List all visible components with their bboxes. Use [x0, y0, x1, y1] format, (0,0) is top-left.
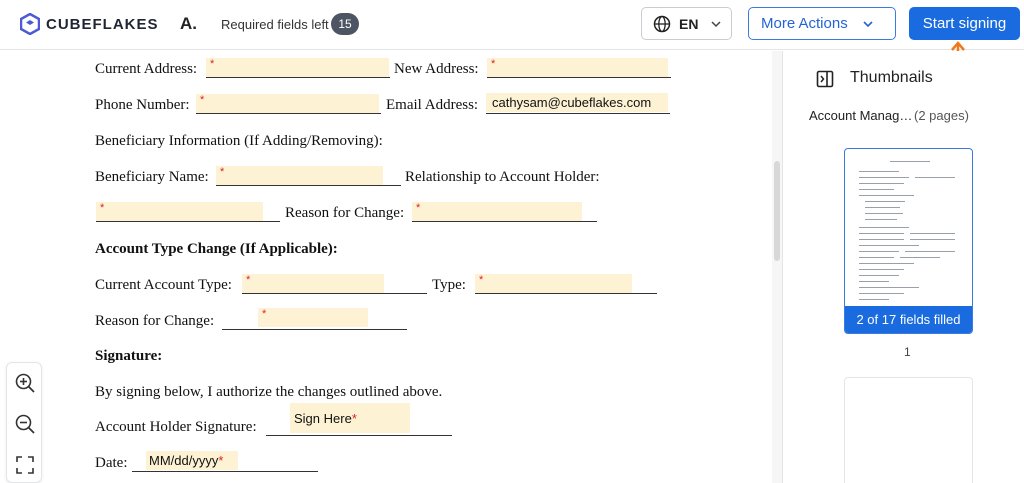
type-field[interactable]: *: [475, 274, 632, 293]
zoom-toolbar: [6, 362, 42, 483]
chevron-down-icon: [863, 20, 873, 27]
more-actions-button[interactable]: More Actions: [748, 7, 896, 40]
beneficiary-name-field[interactable]: *: [216, 166, 383, 185]
zoom-in-icon[interactable]: [14, 372, 36, 394]
fit-screen-icon[interactable]: [14, 454, 36, 476]
required-fields-count: 15: [331, 13, 359, 35]
globe-icon: [653, 15, 671, 32]
date-label: Date:: [95, 455, 128, 471]
relationship-field[interactable]: *: [96, 202, 263, 221]
document-viewer[interactable]: Current Address: * New Address: * Phone …: [0, 51, 770, 483]
more-actions-label: More Actions: [761, 15, 848, 32]
relationship-label: Relationship to Account Holder:: [405, 169, 600, 185]
new-address-label: New Address:: [394, 61, 479, 77]
holder-signature-label: Account Holder Signature:: [95, 419, 257, 435]
account-type-heading: Account Type Change (If Applicable):: [95, 241, 338, 257]
brand-name: CUBEFLAKES: [46, 15, 159, 33]
document-page-count: (2 pages): [914, 108, 969, 123]
thumbnails-title: Thumbnails: [850, 69, 933, 86]
start-signing-button[interactable]: Start signing: [909, 7, 1020, 40]
email-address-label: Email Address:: [386, 97, 479, 113]
page-number: 1: [904, 345, 911, 359]
language-select[interactable]: EN: [641, 7, 732, 40]
page-thumbnail-2[interactable]: [844, 377, 973, 483]
email-address-field[interactable]: cathysam@cubeflakes.com: [486, 93, 668, 112]
reason-change-label-2: Reason for Change:: [95, 313, 215, 329]
chevron-down-icon: [711, 20, 721, 27]
signature-field[interactable]: Sign Here*: [290, 403, 410, 433]
fields-filled-status: 2 of 17 fields filled: [845, 306, 972, 333]
reason-change-field-1[interactable]: *: [412, 202, 582, 221]
authorize-text: By signing below, I authorize the change…: [95, 384, 443, 400]
beneficiary-name-label: Beneficiary Name:: [95, 169, 209, 185]
type-label: Type:: [432, 277, 466, 293]
phone-number-label: Phone Number:: [95, 97, 190, 113]
beneficiary-info-heading: Beneficiary Information (If Adding/Remov…: [95, 133, 383, 149]
scrollbar-thumb[interactable]: [774, 161, 780, 261]
date-field[interactable]: MM/dd/yyyy*: [146, 451, 238, 470]
top-bar: CUBEFLAKES A. Required fields left 15 EN…: [0, 0, 1024, 50]
current-address-label: Current Address:: [95, 61, 198, 77]
thumbnails-panel: Thumbnails Account Manag… (2 pages) 2 of…: [783, 51, 1024, 483]
current-address-field[interactable]: *: [206, 58, 389, 77]
page-thumbnail-1[interactable]: 2 of 17 fields filled: [844, 148, 973, 334]
current-account-type-label: Current Account Type:: [95, 277, 232, 293]
sidebar-panel-icon[interactable]: [816, 70, 834, 88]
document-name: Account Manag…: [809, 108, 913, 123]
reason-change-label-1: Reason for Change:: [285, 205, 405, 221]
language-value: EN: [679, 15, 699, 32]
reason-change-field-2[interactable]: *: [258, 308, 368, 327]
phone-number-field[interactable]: *: [196, 94, 379, 113]
zoom-out-icon[interactable]: [14, 413, 36, 435]
signer-initial: A.: [180, 14, 197, 33]
document-scrollbar[interactable]: [772, 51, 782, 483]
new-address-field[interactable]: *: [487, 58, 668, 77]
brand-logo[interactable]: CUBEFLAKES: [20, 13, 159, 35]
required-fields-label: Required fields left: [221, 17, 329, 32]
cube-logo-icon: [20, 13, 40, 35]
current-account-type-field[interactable]: *: [242, 274, 384, 293]
signature-heading: Signature:: [95, 348, 163, 364]
